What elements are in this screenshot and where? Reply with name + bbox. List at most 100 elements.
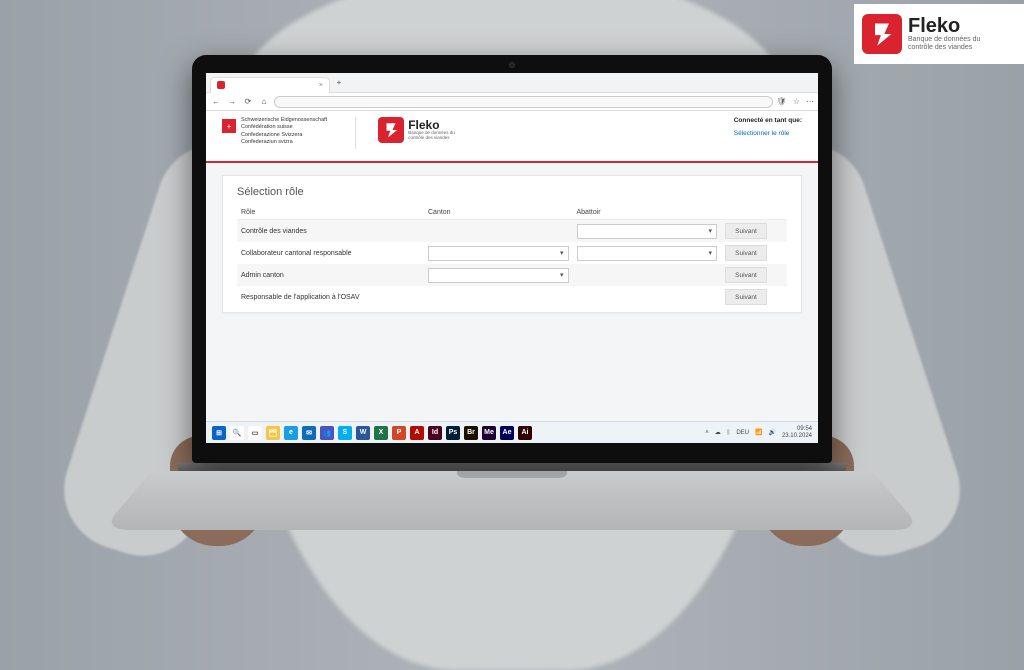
system-tray: ˄ ☁ ᛒ DEU 📶 🔊 09:54 23.10.2024 [705,426,812,439]
fleko-logo-card: Fleko Banque de données du contrôle des … [854,4,1024,64]
photoshop-icon[interactable]: Ps [446,426,460,440]
start-icon[interactable]: ⊞ [212,426,226,440]
abattoir-select[interactable]: ▾ [577,224,718,239]
next-button[interactable]: Suivant [725,245,767,261]
browser-tab[interactable]: × [210,77,330,93]
abattoir-cell: ▾ [573,242,722,264]
auth-box: Connecté en tant que: Sélectionner le rô… [734,117,802,137]
canton-select[interactable]: ▾ [428,246,569,261]
menu-icon[interactable]: ⋯ [806,97,814,106]
tray-date: 23.10.2024 [782,433,812,440]
role-cell: Collaborateur cantonal responsable [237,242,424,264]
windows-taskbar: ⊞ 🔍 ▭ 🗂 e ✉ 👥 SWXPA Id Ps Br Me Ae Ai ˄ ☁ ᛒ DEU 📶 🔊 0… [206,421,818,443]
laptop-screen-bezel: × + ← → ⟳ ⌂ 🛡 ☆ ⋯ + [192,55,832,463]
role-cell: Admin canton [237,264,424,286]
table-row: Collaborateur cantonal responsable ▾ ▾ Suiv… [237,242,787,264]
bridge-icon[interactable]: Br [464,426,478,440]
tab-close-icon[interactable]: × [319,82,323,89]
new-tab-icon[interactable]: + [333,77,345,89]
abattoir-cell: ▾ [573,220,722,243]
search-icon[interactable]: 🔍 [230,426,244,440]
card-title: Sélection rôle [237,186,787,198]
laptop-base [102,471,923,530]
after-effects-icon[interactable]: Ae [500,426,514,440]
swiss-gov-block: + Schweizerische Eidgenossenschaft Confé… [222,117,327,147]
screen: × + ← → ⟳ ⌂ 🛡 ☆ ⋯ + [206,73,818,443]
trackpad-notch [456,471,568,478]
tray-volume-icon[interactable]: 🔊 [768,429,775,436]
next-button[interactable]: Suivant [725,223,767,239]
word-icon[interactable]: W [356,426,370,440]
acrobat-icon[interactable]: A [410,426,424,440]
media-encoder-icon[interactable]: Me [482,426,496,440]
canton-cell [424,220,573,243]
page-header: + Schweizerische Eidgenossenschaft Confé… [206,111,818,163]
tray-bluetooth-icon[interactable]: ᛒ [727,430,731,436]
abattoir-cell [573,286,722,308]
camera-icon [509,62,515,68]
th-canton: Canton [424,206,573,220]
explorer-icon[interactable]: 🗂 [266,426,280,440]
shield-icon[interactable]: 🛡 [777,97,787,106]
divider [355,117,356,149]
abattoir-cell [573,264,722,286]
url-input[interactable] [274,96,773,108]
back-button[interactable]: ← [210,96,222,108]
fleko-logo-icon [862,14,902,54]
illustrator-icon[interactable]: Ai [518,426,532,440]
tray-time: 09:54 [782,426,812,433]
canton-cell: ▾ [424,264,573,286]
indesign-icon[interactable]: Id [428,426,442,440]
next-button[interactable]: Suivant [725,267,767,283]
tab-favicon-icon [217,81,225,89]
fleko-inline-logo: Fleko Banque de données du contrôle des … [378,117,455,143]
table-row: Contrôle des viandes ▾ Suivant [237,220,787,243]
swiss-shield-icon: + [222,119,236,133]
home-button[interactable]: ⌂ [258,96,270,108]
fleko-inline-icon [378,117,404,143]
fleko-inline-sub2: contrôle des viandes [408,136,455,141]
canton-cell [424,286,573,308]
gov-line: Confédération suisse [241,124,327,131]
role-cell: Responsable de l'application à l'OSAV [237,286,424,308]
star-icon[interactable]: ☆ [793,97,800,106]
excel-icon[interactable]: X [374,426,388,440]
browser-toolbar: ← → ⟳ ⌂ 🛡 ☆ ⋯ [206,93,818,111]
edge-icon[interactable]: e [284,426,298,440]
skype-icon[interactable]: S [338,426,352,440]
next-button[interactable]: Suivant [725,289,767,305]
gov-line: Schweizerische Eidgenossenschaft [241,117,327,124]
tray-lang[interactable]: DEU [736,430,749,436]
tray-clock[interactable]: 09:54 23.10.2024 [782,426,812,439]
outlook-icon[interactable]: ✉ [302,426,316,440]
taskview-icon[interactable]: ▭ [248,426,262,440]
laptop: × + ← → ⟳ ⌂ 🛡 ☆ ⋯ + [192,55,832,561]
powerpoint-icon[interactable]: P [392,426,406,440]
tray-cloud-icon[interactable]: ☁ [715,429,721,436]
abattoir-select[interactable]: ▾ [577,246,718,261]
fleko-logo-sub1: Banque de données du [908,36,980,44]
canton-select[interactable]: ▾ [428,268,569,283]
auth-label: Connecté en tant que: [734,117,802,124]
gov-line: Confederaziun svizra [241,139,327,146]
action-cell: Suivant [721,264,787,286]
th-abattoir: Abattoir [573,206,722,220]
role-cell: Contrôle des viandes [237,220,424,243]
fleko-logo-sub2: contrôle des viandes [908,44,980,52]
table-row: Responsable de l'application à l'OSAV Sui… [237,286,787,308]
canton-cell: ▾ [424,242,573,264]
role-table: Rôle Canton Abattoir Contrôle des viande… [237,206,787,308]
action-cell: Suivant [721,286,787,308]
gov-line: Confederazione Svizzera [241,132,327,139]
table-row: Admin canton ▾ Suivant [237,264,787,286]
action-cell: Suivant [721,220,787,243]
browser-tabstrip: × + [206,73,818,93]
forward-button[interactable]: → [226,96,238,108]
tray-chevron-icon[interactable]: ˄ [705,430,709,436]
th-role: Rôle [237,206,424,220]
role-selection-card: Sélection rôle Rôle Canton Abattoir Cont… [222,175,802,313]
select-role-link[interactable]: Sélectionner le rôle [734,130,802,137]
reload-button[interactable]: ⟳ [242,96,254,108]
teams-icon[interactable]: 👥 [320,426,334,440]
tray-network-icon[interactable]: 📶 [755,429,762,436]
